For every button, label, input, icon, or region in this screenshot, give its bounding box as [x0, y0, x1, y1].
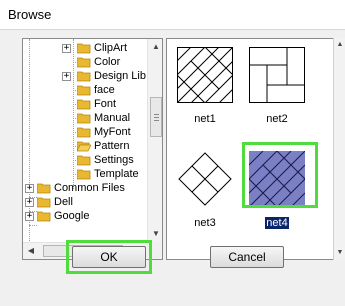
net1-pattern-icon [176, 46, 234, 104]
open-folder-icon [77, 140, 91, 152]
folder-tree-content: + ClipArt Color + Design Lib face Font M… [23, 39, 147, 241]
scroll-down-icon[interactable]: ▼ [334, 246, 345, 260]
pattern-vertical-scrollbar[interactable]: ▲ ▼ [333, 38, 345, 260]
tree-item-label: Font [94, 98, 117, 110]
folder-icon [77, 84, 91, 96]
pattern-item-net4[interactable]: net4 [241, 145, 313, 235]
folder-icon [77, 126, 91, 138]
pattern-item-net3[interactable]: net3 [169, 145, 241, 235]
tree-item-color[interactable]: Color [23, 55, 147, 69]
tree-item-design-lib[interactable]: + Design Lib [23, 69, 147, 83]
pattern-item-net1[interactable]: net1 [169, 41, 241, 131]
folder-icon [77, 42, 91, 54]
expand-icon[interactable]: + [62, 44, 71, 53]
expand-icon[interactable]: + [25, 212, 34, 221]
net2-pattern-icon [249, 47, 305, 103]
tree-item-google[interactable]: + Google [23, 209, 147, 223]
tree-item-label: Design Lib [94, 70, 146, 82]
tree-item-label: Dell [54, 196, 73, 208]
net3-pattern-icon [177, 151, 233, 207]
scroll-left-icon[interactable]: ◀ [23, 243, 39, 259]
pattern-label: net2 [266, 113, 288, 125]
pattern-label: net1 [194, 113, 216, 125]
ok-button[interactable]: OK [72, 246, 146, 268]
scroll-up-icon[interactable]: ▲ [334, 38, 345, 52]
tree-item-font[interactable]: Font [23, 97, 147, 111]
folder-icon [77, 168, 91, 180]
tree-item-label: Pattern [94, 140, 130, 152]
expand-icon[interactable]: + [25, 184, 34, 193]
pattern-label: net3 [194, 217, 216, 229]
tree-item-label: Common Files [54, 182, 125, 194]
folder-icon [37, 210, 51, 222]
folder-icon [77, 154, 91, 166]
pattern-list[interactable]: net1 net2 net3 net4 [166, 38, 334, 260]
expand-icon[interactable]: + [25, 198, 34, 207]
pattern-item-net2[interactable]: net2 [241, 41, 313, 131]
cancel-button[interactable]: Cancel [210, 246, 284, 268]
window-title: Browse [8, 7, 52, 22]
tree-item-label: ClipArt [94, 42, 128, 54]
tree-item-settings[interactable]: Settings [23, 153, 147, 167]
pattern-label-selected: net4 [264, 216, 290, 230]
tree-item-clipart[interactable]: + ClipArt [23, 41, 147, 55]
tree-item-manual[interactable]: Manual [23, 111, 147, 125]
tree-item-label: Template [94, 168, 139, 180]
tree-item-myfont[interactable]: MyFont [23, 125, 147, 139]
folder-icon [77, 98, 91, 110]
tree-item-common-files[interactable]: + Common Files [23, 181, 147, 195]
tree-item-label: Manual [94, 112, 131, 124]
tree-item-pattern[interactable]: Pattern [23, 139, 147, 153]
scroll-corner [147, 242, 162, 259]
folder-icon [37, 182, 51, 194]
scroll-thumb[interactable] [150, 97, 162, 137]
tree-item-dell[interactable]: + Dell [23, 195, 147, 209]
tree-item-label: MyFont [94, 126, 131, 138]
folder-icon [77, 70, 91, 82]
tree-item-label: Color [94, 56, 121, 68]
net4-pattern-icon [248, 150, 306, 208]
tree-item-face[interactable]: face [23, 83, 147, 97]
scroll-down-icon[interactable]: ▼ [148, 226, 162, 242]
tree-item-label: Google [54, 210, 90, 222]
folder-icon [37, 196, 51, 208]
folder-icon [77, 112, 91, 124]
tree-item-label: Settings [94, 154, 134, 166]
tree-item-template[interactable]: Template [23, 167, 147, 181]
title-bar: Browse [0, 0, 345, 30]
tree-item-label: face [94, 84, 115, 96]
scroll-up-icon[interactable]: ▲ [148, 39, 162, 55]
expand-icon[interactable]: + [62, 72, 71, 81]
folder-tree[interactable]: + ClipArt Color + Design Lib face Font M… [22, 38, 163, 260]
tree-vertical-scrollbar[interactable]: ▲ ▼ [147, 39, 162, 242]
folder-icon [77, 56, 91, 68]
